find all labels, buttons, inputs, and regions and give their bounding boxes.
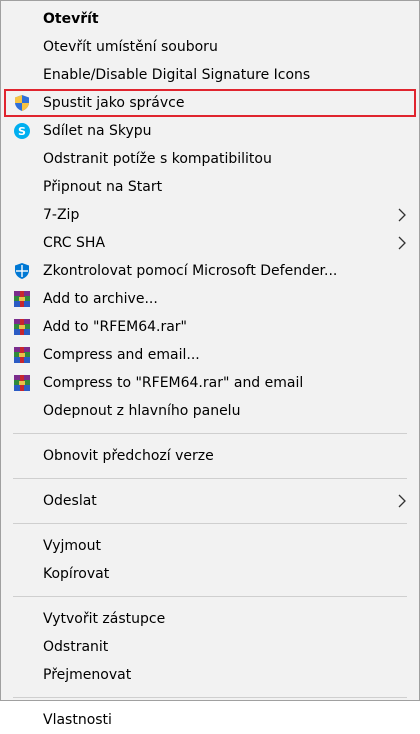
menu-item-label: Vlastnosti: [43, 712, 112, 728]
menu-item-label: Připnout na Start: [43, 179, 163, 195]
menu-item-label: Odstranit: [43, 639, 109, 655]
menu-item-run-as-admin[interactable]: Spustit jako správce: [4, 89, 416, 117]
skype-icon: S: [14, 123, 30, 139]
menu-item-label: Add to archive...: [43, 291, 158, 307]
chevron-right-icon: [398, 494, 406, 508]
menu-item-defender-scan[interactable]: Zkontrolovat pomocí Microsoft Defender..…: [1, 257, 419, 285]
chevron-right-icon: [398, 208, 406, 222]
menu-item-restore-previous-versions[interactable]: Obnovit předchozí verze: [1, 442, 419, 470]
menu-item-open[interactable]: Otevřít: [1, 5, 419, 33]
menu-separator: [13, 596, 407, 597]
menu-item-label: 7-Zip: [43, 207, 80, 223]
menu-separator: [13, 697, 407, 698]
menu-item-label: Otevřít: [43, 11, 99, 27]
menu-item-label: Odepnout z hlavního panelu: [43, 403, 241, 419]
menu-separator: [13, 478, 407, 479]
menu-item-label: Obnovit předchozí verze: [43, 448, 214, 464]
menu-item-create-shortcut[interactable]: Vytvořit zástupce: [1, 605, 419, 633]
menu-item-troubleshoot-compatibility[interactable]: Odstranit potíže s kompatibilitou: [1, 145, 419, 173]
menu-item-label: Add to "RFEM64.rar": [43, 319, 187, 335]
menu-item-label: Vyjmout: [43, 538, 101, 554]
menu-item-label: CRC SHA: [43, 235, 106, 251]
menu-separator: [13, 433, 407, 434]
menu-item-delete[interactable]: Odstranit: [1, 633, 419, 661]
menu-item-label: Zkontrolovat pomocí Microsoft Defender..…: [43, 263, 338, 279]
menu-item-compress-to-rar-and-email[interactable]: Compress to "RFEM64.rar" and email: [1, 369, 419, 397]
menu-item-crc-sha[interactable]: CRC SHA: [1, 229, 419, 257]
menu-item-label: Kopírovat: [43, 566, 110, 582]
defender-icon: [15, 263, 29, 279]
menu-item-label: Odstranit potíže s kompatibilitou: [43, 151, 272, 167]
menu-item-label: Vytvořit zástupce: [43, 611, 166, 627]
uac-shield-icon: [15, 95, 29, 111]
menu-separator: [13, 523, 407, 524]
winrar-icon: [14, 347, 30, 363]
chevron-right-icon: [398, 236, 406, 250]
menu-item-label: Sdílet na Skypu: [43, 123, 152, 139]
winrar-icon: [14, 375, 30, 391]
menu-item-label: Compress and email...: [43, 347, 200, 363]
winrar-icon: [14, 319, 30, 335]
menu-item-properties[interactable]: Vlastnosti: [1, 706, 419, 734]
menu-item-label: Spustit jako správce: [43, 95, 185, 111]
context-menu: Otevřít Otevřít umístění souboru Enable/…: [0, 0, 420, 728]
menu-item-unpin-taskbar[interactable]: Odepnout z hlavního panelu: [1, 397, 419, 425]
menu-item-copy[interactable]: Kopírovat: [1, 560, 419, 588]
menu-item-digital-signature-icons[interactable]: Enable/Disable Digital Signature Icons: [1, 61, 419, 89]
menu-item-7zip[interactable]: 7-Zip: [1, 201, 419, 229]
menu-item-cut[interactable]: Vyjmout: [1, 532, 419, 560]
menu-item-label: Odeslat: [43, 493, 97, 509]
menu-item-send-to[interactable]: Odeslat: [1, 487, 419, 515]
menu-item-add-to-archive[interactable]: Add to archive...: [1, 285, 419, 313]
winrar-icon: [14, 291, 30, 307]
menu-item-open-file-location[interactable]: Otevřít umístění souboru: [1, 33, 419, 61]
menu-item-label: Enable/Disable Digital Signature Icons: [43, 67, 311, 83]
menu-item-label: Otevřít umístění souboru: [43, 39, 218, 55]
menu-item-add-to-rar[interactable]: Add to "RFEM64.rar": [1, 313, 419, 341]
menu-item-pin-to-start[interactable]: Připnout na Start: [1, 173, 419, 201]
svg-text:S: S: [18, 125, 26, 138]
menu-item-label: Compress to "RFEM64.rar" and email: [43, 375, 304, 391]
menu-item-compress-and-email[interactable]: Compress and email...: [1, 341, 419, 369]
menu-item-share-skype[interactable]: S Sdílet na Skypu: [1, 117, 419, 145]
menu-item-label: Přejmenovat: [43, 667, 132, 683]
menu-item-rename[interactable]: Přejmenovat: [1, 661, 419, 689]
